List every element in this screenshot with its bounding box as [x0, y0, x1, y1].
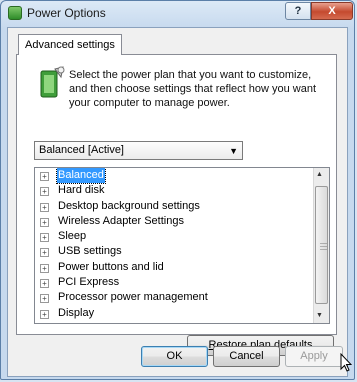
expand-icon[interactable]: + — [40, 187, 49, 197]
power-plan-icon — [40, 66, 65, 98]
settings-tree-items: + Balanced + Hard disk + Desktop background s… — [35, 168, 313, 323]
tree-item-label: Display — [58, 306, 95, 319]
tree-item[interactable]: + PCI Express — [35, 275, 313, 290]
power-options-icon — [8, 6, 22, 20]
power-plan-select[interactable]: Balanced [Active] ▼ — [34, 141, 243, 160]
grip-icon: — — — — [320, 240, 327, 253]
tree-item-label: Processor power management — [58, 291, 208, 304]
tree-item-label: PCI Express — [58, 276, 120, 289]
title-bar[interactable]: Power Options ? X — [1, 1, 354, 27]
tree-scrollbar[interactable]: ▲ — — — ▼ — [313, 168, 329, 323]
tree-item[interactable]: +Multimedia settings — [35, 321, 313, 323]
expand-icon[interactable]: + — [40, 294, 49, 304]
tree-item-label: Power buttons and lid — [58, 260, 164, 273]
apply-button[interactable]: Apply — [285, 346, 343, 367]
window-title: Power Options — [27, 6, 106, 20]
scrollbar-thumb[interactable]: — — — — [315, 186, 328, 304]
power-plan-select-value: Balanced [Active] — [39, 144, 124, 156]
tree-item-label: Multimedia settings — [58, 321, 152, 323]
tree-item[interactable]: + Power buttons and lid — [35, 260, 313, 275]
expand-icon[interactable]: + — [40, 279, 49, 289]
tree-item-label: Sleep — [58, 230, 87, 243]
tab-advanced-settings[interactable]: Advanced settings — [18, 34, 122, 55]
advanced-settings-panel: Select the power plan that you want to c… — [16, 54, 337, 356]
scroll-down-icon[interactable]: ▼ — [316, 312, 323, 319]
tree-item[interactable]: + USB settings — [35, 244, 313, 259]
tree-item-label: Wireless Adapter Settings — [58, 214, 184, 227]
tree-item[interactable]: + Wireless Adapter Settings — [35, 214, 313, 229]
dialog-body: Advanced settings Select the power plan … — [7, 27, 348, 377]
help-button[interactable]: ? — [285, 2, 311, 20]
cancel-button[interactable]: Cancel — [213, 346, 280, 367]
expand-icon[interactable]: + — [40, 233, 49, 243]
power-options-window: Power Options ? X Advanced settings Sele… — [0, 0, 355, 380]
instructions-text: Select the power plan that you want to c… — [69, 69, 317, 109]
expand-icon[interactable]: + — [40, 248, 49, 258]
tree-item-label: Hard disk — [58, 184, 105, 197]
tree-item[interactable]: + Display — [35, 306, 313, 321]
close-button[interactable]: X — [311, 2, 353, 20]
tree-item[interactable]: + Balanced — [35, 168, 313, 184]
ok-button[interactable]: OK — [141, 346, 208, 367]
settings-tree[interactable]: + Balanced + Hard disk + Desktop background s… — [34, 167, 330, 324]
tree-item[interactable]: + Sleep — [35, 229, 313, 244]
expand-icon[interactable]: + — [40, 202, 49, 212]
tree-item-label: Balanced — [56, 168, 106, 184]
mouse-cursor-icon — [340, 353, 352, 372]
scroll-up-icon[interactable]: ▲ — [316, 171, 323, 178]
tree-item[interactable]: + Processor power management — [35, 290, 313, 305]
tree-item[interactable]: + Desktop background settings — [35, 199, 313, 214]
dropdown-arrow-icon: ▼ — [229, 146, 238, 156]
tree-item[interactable]: + Hard disk — [35, 183, 313, 198]
expand-icon[interactable]: + — [40, 217, 49, 227]
expand-icon[interactable]: + — [40, 309, 49, 319]
expand-icon[interactable]: + — [40, 172, 49, 181]
expand-icon[interactable]: + — [40, 263, 49, 273]
tree-item-label: USB settings — [58, 245, 122, 258]
tree-item-label: Desktop background settings — [58, 199, 200, 212]
